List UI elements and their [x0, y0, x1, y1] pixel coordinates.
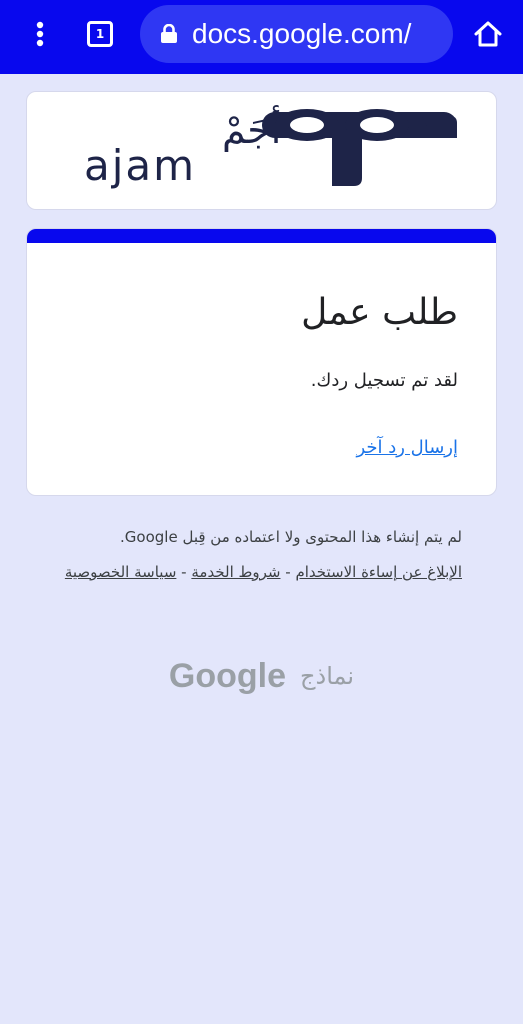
browser-toolbar: 1 docs.google.com/ — [0, 0, 523, 74]
terms-of-service-link[interactable]: شروط الخدمة — [191, 563, 280, 581]
ajam-logo-mark — [262, 109, 457, 186]
form-title: طلب عمل — [301, 292, 458, 333]
footer-disclaimer-block: لم يتم إنشاء هذا المحتوى ولا اعتماده من … — [40, 520, 462, 590]
google-logo-text: Google — [168, 657, 287, 695]
footer-separator: - — [181, 563, 187, 581]
confirmation-message: لقد تم تسجيل ردك. — [310, 370, 458, 391]
lock-icon — [161, 24, 177, 43]
footer-disclaimer: لم يتم إنشاء هذا المحتوى ولا اعتماده من … — [120, 528, 462, 546]
url-text: docs.google.com/ — [192, 18, 412, 49]
home-icon[interactable] — [466, 14, 510, 54]
card-accent-bar — [27, 229, 496, 243]
tabs-button[interactable]: 1 — [80, 14, 120, 54]
privacy-policy-link[interactable]: سياسة الخصوصية — [65, 563, 177, 581]
more-vert-icon[interactable] — [22, 14, 58, 54]
footer-separator: - — [285, 563, 291, 581]
submit-another-response-link[interactable]: إرسال رد آخر — [356, 434, 458, 462]
report-abuse-link[interactable]: الإبلاغ عن إساءة الاستخدام — [295, 563, 462, 581]
tab-count: 1 — [87, 21, 113, 47]
logo-latin-text: ajam — [84, 141, 197, 190]
google-forms-branding[interactable]: Google نماذج — [0, 650, 523, 702]
forms-label: نماذج — [300, 662, 355, 690]
header-logo-card: أجَمْ ajam — [26, 91, 497, 210]
confirmation-card: طلب عمل لقد تم تسجيل ردك. إرسال رد آخر — [26, 228, 497, 496]
address-bar[interactable]: docs.google.com/ — [140, 5, 453, 63]
